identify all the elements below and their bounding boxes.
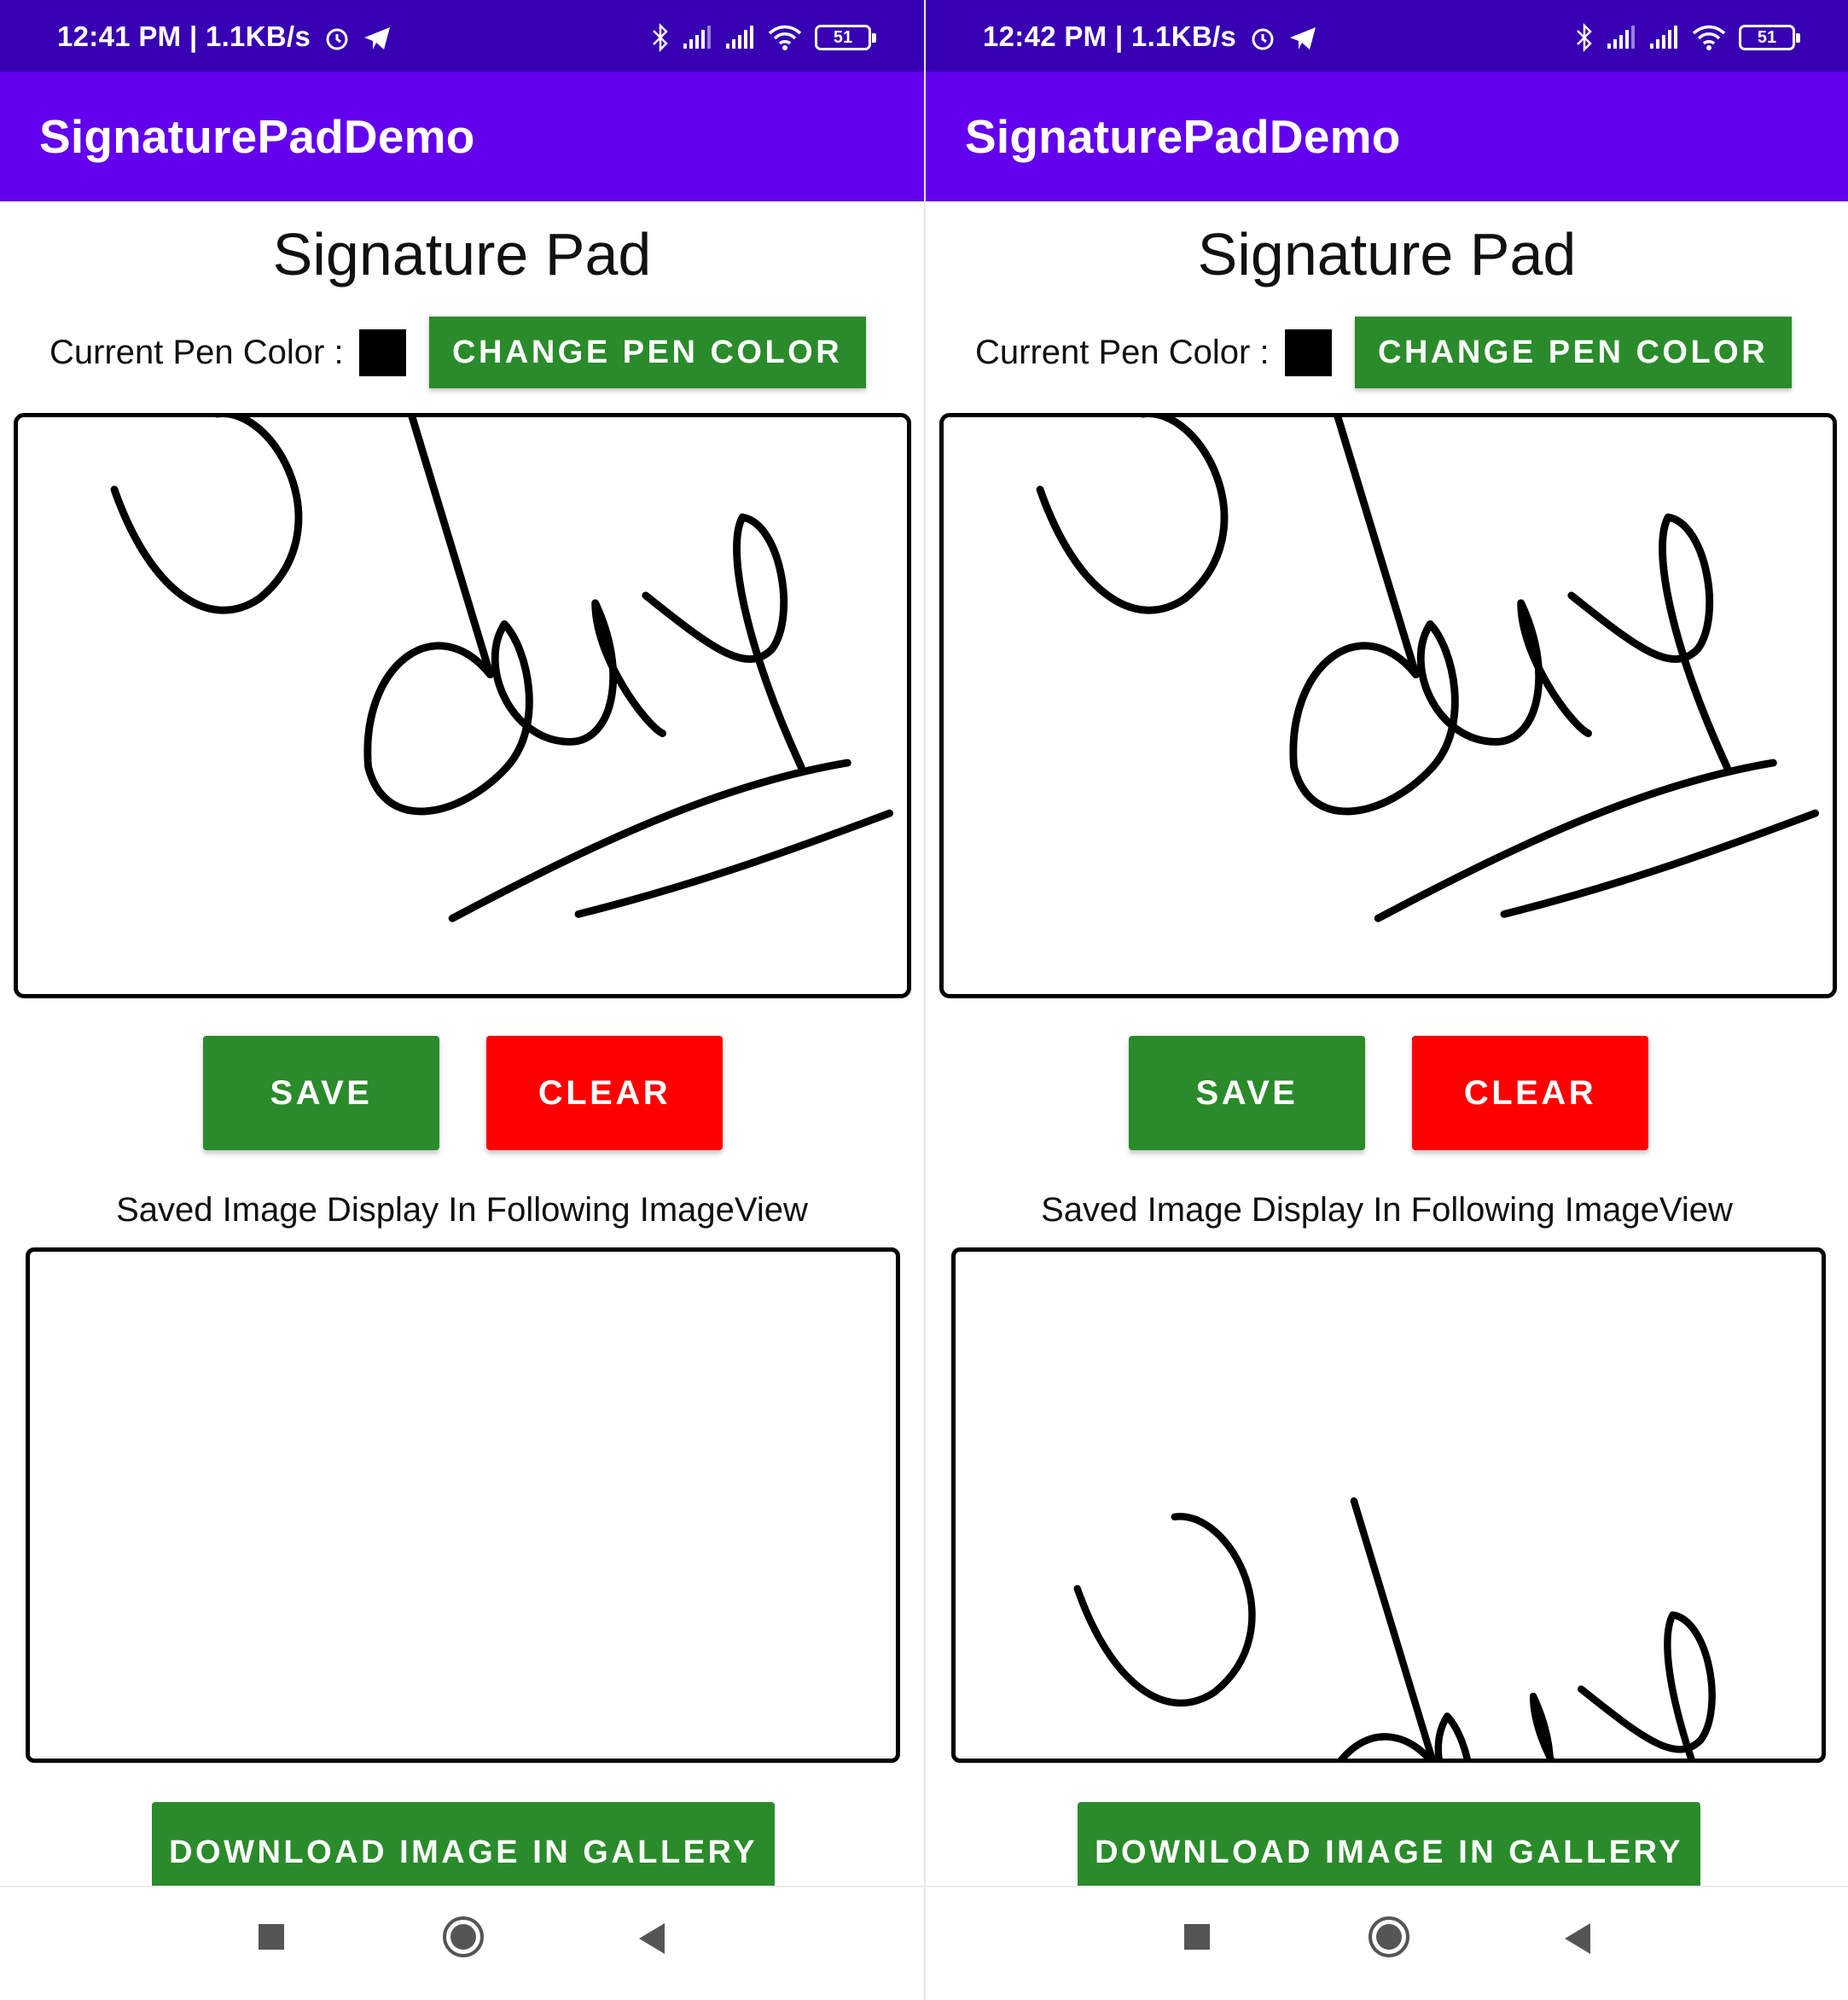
alarm-icon [326, 28, 348, 50]
saved-image-label: Saved Image Display In Following ImageVi… [1041, 1191, 1733, 1229]
clear-button[interactable]: CLEAR [1412, 1036, 1648, 1150]
phone-screen-left: 12:41 PM | 1.1KB/s 51 SignaturePadDemo S… [0, 0, 924, 2000]
pen-color-row: Current Pen Color : CHANGE PEN COLOR [49, 316, 866, 389]
signal-icon [683, 26, 711, 49]
battery-level: 51 [1757, 27, 1777, 47]
bluetooth-icon [1577, 23, 1592, 52]
pen-color-swatch [1284, 328, 1332, 376]
save-button[interactable]: SAVE [203, 1036, 439, 1150]
battery-icon: 51 [815, 25, 876, 50]
recents-icon[interactable] [256, 1922, 287, 1952]
status-bar: 12:41 PM | 1.1KB/s 51 [0, 0, 924, 72]
navigation-bar [926, 1886, 1848, 2000]
battery-icon: 51 [1739, 25, 1800, 50]
signal-icon [1607, 26, 1635, 49]
wifi-icon [768, 25, 802, 50]
status-time-text: 12:42 PM | 1.1KB/s [983, 20, 1237, 52]
recents-icon[interactable] [1182, 1922, 1212, 1952]
pen-color-swatch [358, 328, 406, 376]
telegram-icon [1290, 27, 1316, 50]
download-image-button[interactable]: DOWNLOAD IMAGE IN GALLERY [1078, 1802, 1700, 1886]
app-title: SignaturePadDemo [965, 110, 1401, 163]
back-icon[interactable] [636, 1922, 670, 1956]
app-title: SignaturePadDemo [39, 110, 475, 163]
alarm-icon [1252, 28, 1274, 50]
status-time-text: 12:41 PM | 1.1KB/s [57, 20, 311, 52]
phone-screen-right: 12:42 PM | 1.1KB/s 51 SignaturePadDemo S… [924, 0, 1848, 2000]
status-icons: 51 [1575, 20, 1800, 55]
status-time: 12:42 PM | 1.1KB/s [983, 20, 1317, 53]
app-bar: SignaturePadDemo [926, 72, 1848, 201]
download-image-button[interactable]: DOWNLOAD IMAGE IN GALLERY [152, 1802, 775, 1886]
back-icon[interactable] [1561, 1922, 1595, 1956]
change-pen-color-button[interactable]: CHANGE PEN COLOR [1354, 317, 1792, 388]
status-time: 12:41 PM | 1.1KB/s [57, 20, 392, 53]
page-title: Signature Pad [1197, 221, 1577, 288]
change-pen-color-button[interactable]: CHANGE PEN COLOR [428, 317, 866, 388]
battery-level: 51 [833, 27, 853, 47]
status-icons: 51 [651, 20, 876, 55]
telegram-icon [364, 27, 391, 50]
saved-signature-image [956, 1252, 1822, 1759]
pen-color-row: Current Pen Color : CHANGE PEN COLOR [975, 316, 1792, 389]
home-icon[interactable] [1366, 1914, 1412, 1960]
status-bar: 12:42 PM | 1.1KB/s 51 [926, 0, 1848, 72]
app-bar: SignaturePadDemo [0, 72, 924, 201]
pen-color-label: Current Pen Color : [49, 333, 344, 371]
signature-pad[interactable] [939, 413, 1837, 998]
signal-icon [1650, 26, 1677, 49]
saved-image-view [26, 1247, 900, 1763]
save-button[interactable]: SAVE [1129, 1036, 1365, 1150]
pen-color-label: Current Pen Color : [975, 333, 1270, 371]
saved-image-label: Saved Image Display In Following ImageVi… [116, 1191, 808, 1229]
saved-image-view [951, 1247, 1826, 1763]
home-icon[interactable] [440, 1914, 486, 1960]
clear-button[interactable]: CLEAR [486, 1036, 723, 1150]
page-title: Signature Pad [272, 221, 652, 288]
wifi-icon [1692, 25, 1726, 50]
bluetooth-icon [653, 23, 668, 52]
navigation-bar [0, 1886, 924, 2000]
signature-pad[interactable] [14, 413, 911, 998]
signal-icon [726, 26, 753, 49]
signature-drawing [18, 417, 907, 994]
signature-drawing [944, 417, 1833, 994]
